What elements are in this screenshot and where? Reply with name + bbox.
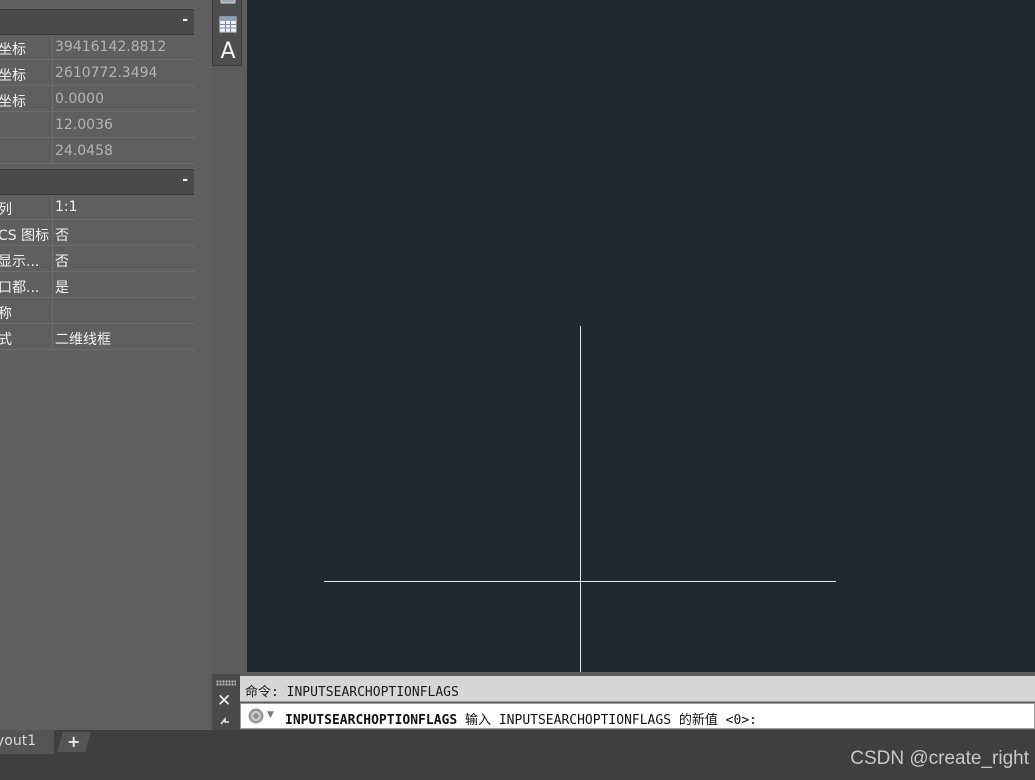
close-icon[interactable]: ✕ xyxy=(217,691,231,711)
property-row[interactable]: 24.0458 xyxy=(0,139,194,164)
drawing-canvas[interactable] xyxy=(247,0,1035,672)
property-value: 否 xyxy=(55,254,69,270)
property-name: 显示... xyxy=(0,254,40,270)
print-icon[interactable] xyxy=(217,0,239,14)
command-line-grip[interactable]: ✕ xyxy=(212,674,240,730)
command-prompt-keyword: INPUTSEARCHOPTIONFLAGS xyxy=(285,713,458,728)
crosshair-vertical-line xyxy=(580,326,581,672)
vertical-toolbar: A xyxy=(212,0,242,66)
command-prompt-text: 输入 INPUTSEARCHOPTIONFLAGS 的新值 <0>: xyxy=(457,713,757,728)
property-name: 式 xyxy=(0,332,12,348)
watermark: CSDN @create_right xyxy=(850,748,1029,769)
gear-icon[interactable] xyxy=(247,707,265,725)
property-row[interactable]: CS 图标 否 xyxy=(0,221,194,246)
property-name: 坐标 xyxy=(0,94,26,110)
drag-handle-icon[interactable] xyxy=(216,680,236,686)
property-value: 2610772.3494 xyxy=(55,65,158,81)
property-value: 是 xyxy=(55,280,69,296)
property-row[interactable]: 显示... 否 xyxy=(0,247,194,272)
property-name: 坐标 xyxy=(0,42,26,58)
plus-icon: + xyxy=(67,732,81,751)
property-value: 二维线框 xyxy=(55,332,111,348)
layout-tab-bar: yout1 + CSDN @create_right xyxy=(0,730,1035,780)
property-value: 24.0458 xyxy=(55,143,113,159)
property-row[interactable]: 坐标 2610772.3494 xyxy=(0,61,194,86)
tab-layout1[interactable]: yout1 xyxy=(0,730,54,754)
customize-icon[interactable] xyxy=(219,716,231,729)
chevron-down-icon[interactable]: ▼ xyxy=(267,710,274,720)
property-value: 0.0000 xyxy=(55,91,104,107)
command-prompt: INPUTSEARCHOPTIONFLAGS 输入 INPUTSEARCHOPT… xyxy=(285,709,757,728)
property-name: 坐标 xyxy=(0,68,26,84)
command-input[interactable]: ▼ INPUTSEARCHOPTIONFLAGS 输入 INPUTSEARCHO… xyxy=(240,703,1035,729)
properties-palette: - 坐标 39416142.8812 坐标 2610772.3494 坐标 0.… xyxy=(0,0,212,730)
add-layout-button[interactable]: + xyxy=(57,732,91,752)
table-icon[interactable] xyxy=(217,14,239,36)
property-name: CS 图标 xyxy=(0,228,50,244)
property-row[interactable]: 12.0036 xyxy=(0,113,194,138)
property-value: 12.0036 xyxy=(55,117,113,133)
command-line-window: ✕ 命令: INPUTSEARCHOPTIONFLAGS ▼ INPUTSEAR… xyxy=(212,674,1035,730)
crosshair-horizontal-line xyxy=(324,581,836,582)
property-row[interactable]: 坐标 39416142.8812 xyxy=(0,35,194,60)
property-row[interactable]: 称 xyxy=(0,299,194,324)
property-value: 否 xyxy=(55,228,69,244)
property-value: 1:1 xyxy=(55,199,78,215)
property-row[interactable]: 口都... 是 xyxy=(0,273,194,298)
property-row[interactable]: 坐标 0.0000 xyxy=(0,87,194,112)
section-header-geometry[interactable]: - xyxy=(0,9,194,35)
tab-layout1-label: yout1 xyxy=(0,733,37,749)
property-name: 列 xyxy=(0,202,12,218)
collapse-button[interactable]: - xyxy=(182,172,188,188)
command-history-text: 命令: INPUTSEARCHOPTIONFLAGS xyxy=(245,685,459,700)
property-name: 称 xyxy=(0,306,12,322)
property-name: 口都... xyxy=(0,280,40,296)
property-row[interactable]: 式 二维线框 xyxy=(0,325,194,350)
property-value: 39416142.8812 xyxy=(55,39,167,55)
command-history: 命令: INPUTSEARCHOPTIONFLAGS xyxy=(240,676,1035,702)
collapse-button[interactable]: - xyxy=(182,12,188,28)
text-icon[interactable]: A xyxy=(217,41,239,63)
section-header-misc[interactable]: - xyxy=(0,169,194,195)
property-row[interactable]: 列 1:1 xyxy=(0,195,194,220)
